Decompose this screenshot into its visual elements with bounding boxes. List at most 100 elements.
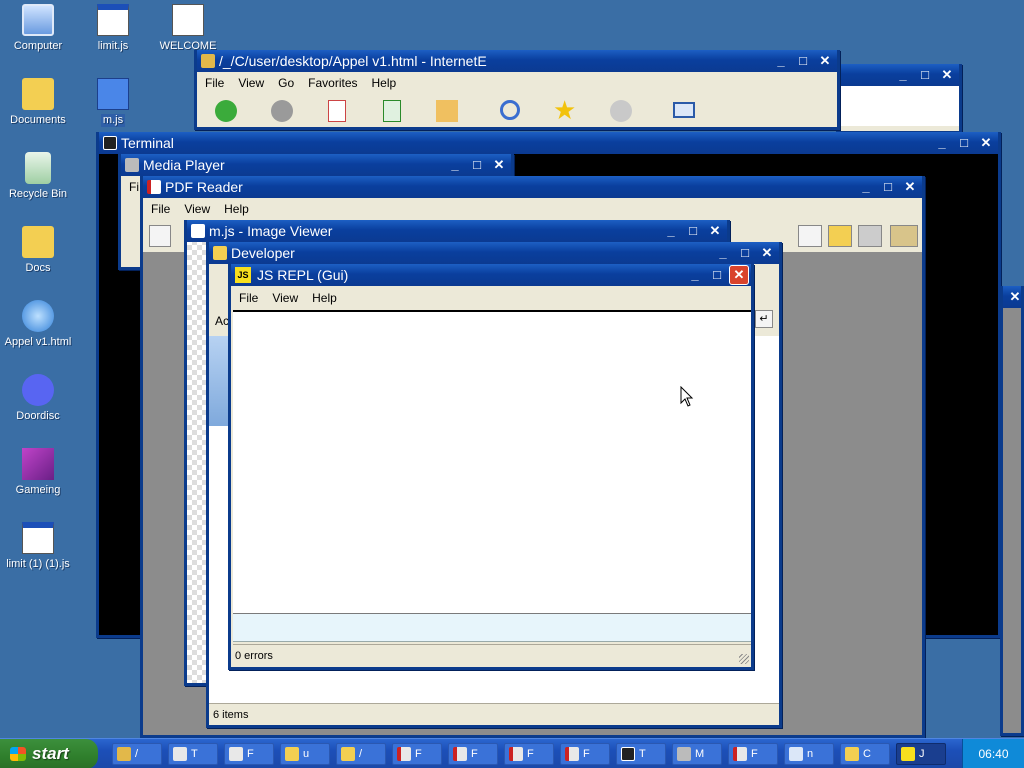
maximize-button[interactable]: □: [954, 133, 974, 153]
menu-file[interactable]: Fi: [129, 176, 139, 198]
titlebar[interactable]: ✕: [1003, 286, 1021, 308]
refresh-icon[interactable]: [383, 100, 401, 122]
go-arrow-icon[interactable]: ↵: [755, 310, 773, 328]
close-button[interactable]: ✕: [489, 155, 509, 175]
menu-help[interactable]: Help: [224, 198, 249, 220]
repl-output-area[interactable]: [233, 310, 751, 614]
maximize-button[interactable]: □: [683, 221, 703, 241]
taskbar-item-folder-u[interactable]: u: [280, 743, 330, 765]
search-icon[interactable]: [500, 100, 520, 120]
desktop-icon-gameing[interactable]: Gameing: [0, 448, 76, 497]
maximize-button[interactable]: □: [467, 155, 487, 175]
taskbar-item-pdf-4[interactable]: F: [560, 743, 610, 765]
taskbar-item-image-viewer[interactable]: n: [784, 743, 834, 765]
taskbar-item-media-player[interactable]: M: [672, 743, 722, 765]
minimize-button[interactable]: _: [856, 177, 876, 197]
folder-icon: [285, 747, 299, 761]
maximize-button[interactable]: □: [793, 51, 813, 71]
back-icon[interactable]: [215, 100, 237, 122]
desktop-icon-recycle-bin[interactable]: Recycle Bin: [0, 152, 76, 201]
menu-file[interactable]: File: [239, 286, 258, 310]
maximize-button[interactable]: □: [915, 65, 935, 85]
tools-icon[interactable]: [890, 225, 918, 247]
terminal-titlebar[interactable]: Terminal _ □ ✕: [99, 132, 998, 154]
taskbar-item-pdf-2[interactable]: F: [448, 743, 498, 765]
taskbar-item-browser[interactable]: /: [112, 743, 162, 765]
menu-help[interactable]: Help: [312, 286, 337, 310]
print-icon[interactable]: [858, 225, 882, 247]
menu-file[interactable]: File: [205, 72, 224, 94]
background-window-edge[interactable]: ✕: [1000, 286, 1024, 736]
resize-grip-icon[interactable]: [739, 654, 749, 664]
desktop-icon-limit-1-1-js[interactable]: limit (1) (1).js: [0, 522, 76, 571]
menu-view[interactable]: View: [272, 286, 298, 310]
minimize-button[interactable]: _: [932, 133, 952, 153]
taskbar-item-pdf-1[interactable]: F: [392, 743, 442, 765]
pdf-reader-titlebar[interactable]: PDF Reader _ □ ✕: [143, 176, 922, 198]
maximize-button[interactable]: □: [735, 243, 755, 263]
sidebar-toggle-icon[interactable]: [149, 225, 171, 247]
start-button[interactable]: start: [0, 739, 98, 768]
minimize-button[interactable]: _: [713, 243, 733, 263]
close-button[interactable]: ✕: [976, 133, 996, 153]
forward-icon[interactable]: [271, 100, 293, 122]
minimize-button[interactable]: _: [661, 221, 681, 241]
minimize-button[interactable]: _: [445, 155, 465, 175]
desktop-icon-computer[interactable]: Computer: [0, 4, 76, 53]
taskbar-item-developer[interactable]: C: [840, 743, 890, 765]
maximize-button[interactable]: □: [707, 265, 727, 285]
comment-icon[interactable]: [798, 225, 822, 247]
close-button[interactable]: ✕: [729, 265, 749, 285]
menu-favorites[interactable]: Favorites: [308, 72, 357, 94]
taskbar-item-terminal-2[interactable]: T: [616, 743, 666, 765]
close-button[interactable]: ✕: [705, 221, 725, 241]
image-file-icon: [789, 747, 803, 761]
pdf-file-icon: [397, 747, 411, 761]
browser-window[interactable]: /_/C/user/desktop/Appel v1.html - Intern…: [194, 50, 840, 130]
media-player-titlebar[interactable]: Media Player _ □ ✕: [121, 154, 511, 176]
taskbar-item-markdown[interactable]: F: [224, 743, 274, 765]
clock[interactable]: 06:40: [978, 747, 1008, 761]
menu-view[interactable]: View: [238, 72, 264, 94]
repl-input-field[interactable]: [233, 614, 751, 642]
open-folder-icon[interactable]: [828, 225, 852, 247]
taskbar-item-js-repl[interactable]: J: [896, 743, 946, 765]
menu-go[interactable]: Go: [278, 72, 294, 94]
pdf-reader-title: PDF Reader: [165, 179, 243, 195]
taskbar-item-pdf-reader[interactable]: F: [728, 743, 778, 765]
image-viewer-titlebar[interactable]: m.js - Image Viewer _ □ ✕: [187, 220, 727, 242]
close-button[interactable]: ✕: [900, 177, 920, 197]
titlebar[interactable]: _ □ ✕: [839, 64, 959, 86]
close-button[interactable]: ✕: [1005, 287, 1021, 307]
close-button[interactable]: ✕: [757, 243, 777, 263]
taskbar-item-folder-root[interactable]: /: [336, 743, 386, 765]
menu-view[interactable]: View: [184, 198, 210, 220]
background-window-right[interactable]: _ □ ✕: [836, 64, 962, 134]
menu-file[interactable]: File: [151, 198, 170, 220]
home-icon[interactable]: [436, 100, 458, 122]
desktop-icon-m-js[interactable]: m.js: [75, 78, 151, 127]
history-icon[interactable]: [610, 100, 632, 122]
desktop-icon-appel-html[interactable]: Appel v1.html: [0, 300, 76, 349]
stop-icon[interactable]: [328, 100, 346, 122]
open-window-icon[interactable]: [673, 102, 695, 118]
minimize-button[interactable]: _: [771, 51, 791, 71]
desktop-icon-welcome[interactable]: WELCOME: [150, 4, 226, 53]
js-repl-window[interactable]: JS JS REPL (Gui) _ □ ✕ File View Help 0 …: [228, 264, 754, 670]
menu-help[interactable]: Help: [372, 72, 397, 94]
close-button[interactable]: ✕: [815, 51, 835, 71]
js-repl-titlebar[interactable]: JS JS REPL (Gui) _ □ ✕: [231, 264, 751, 286]
browser-titlebar[interactable]: /_/C/user/desktop/Appel v1.html - Intern…: [197, 50, 837, 72]
developer-titlebar[interactable]: Developer _ □ ✕: [209, 242, 779, 264]
desktop-icon-docs[interactable]: Docs: [0, 226, 76, 275]
desktop-icon-doordisc[interactable]: Doordisc: [0, 374, 76, 423]
minimize-button[interactable]: _: [685, 265, 705, 285]
taskbar-item-pdf-3[interactable]: F: [504, 743, 554, 765]
favorites-star-icon[interactable]: ★: [553, 96, 576, 124]
maximize-button[interactable]: □: [878, 177, 898, 197]
minimize-button[interactable]: _: [893, 65, 913, 85]
desktop-icon-limit-js[interactable]: limit.js: [75, 4, 151, 53]
taskbar-item-terminal[interactable]: T: [168, 743, 218, 765]
close-button[interactable]: ✕: [937, 65, 957, 85]
desktop-icon-documents[interactable]: Documents: [0, 78, 76, 127]
